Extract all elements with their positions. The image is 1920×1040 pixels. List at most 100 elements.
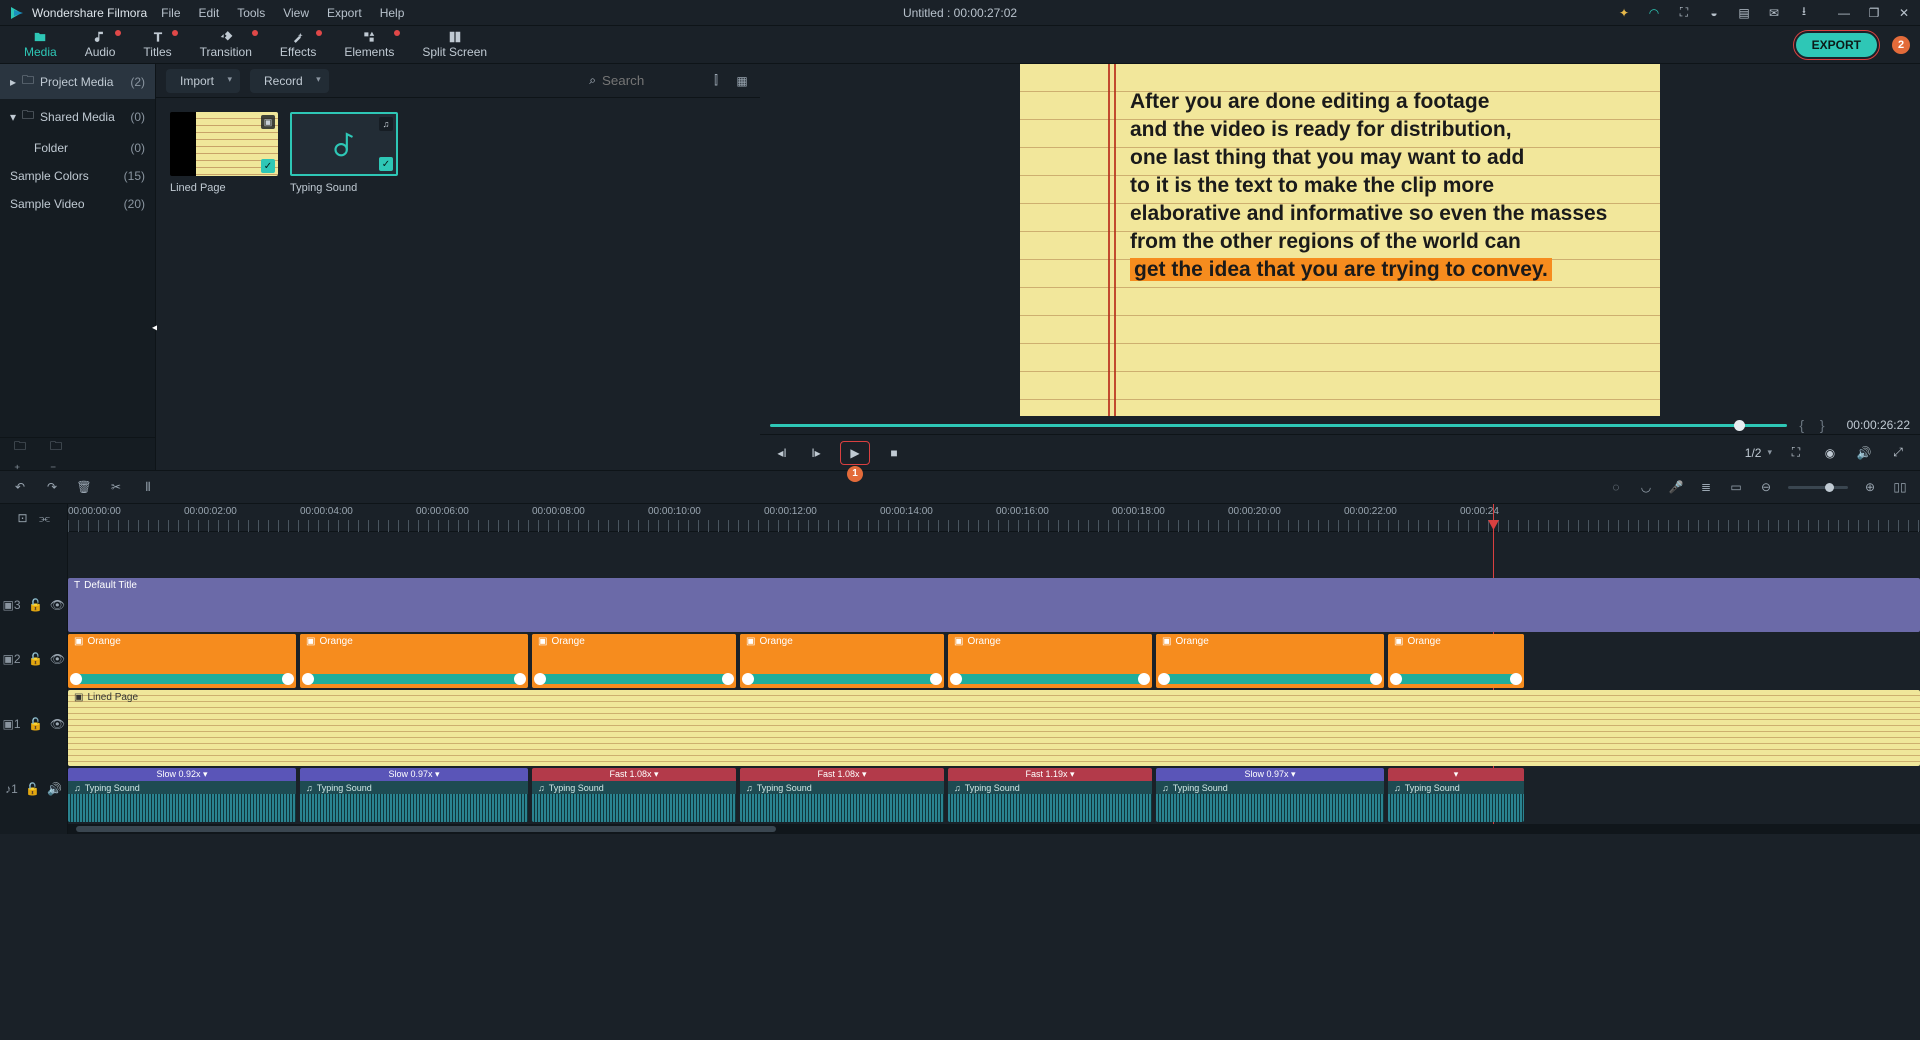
- tab-audio[interactable]: Audio: [71, 30, 130, 59]
- redo-icon[interactable]: ↷: [44, 479, 60, 495]
- mail-icon[interactable]: ✉: [1766, 5, 1782, 21]
- lightbulb-icon[interactable]: ✦: [1616, 5, 1632, 21]
- tab-label: Audio: [85, 45, 116, 59]
- tab-effects[interactable]: Effects: [266, 30, 330, 59]
- volume-icon[interactable]: 🔊: [1854, 443, 1874, 463]
- clip-orange[interactable]: ▣Orange: [532, 634, 736, 688]
- save-icon[interactable]: ▤: [1736, 5, 1752, 21]
- tab-titles[interactable]: Titles: [129, 30, 185, 59]
- speed-label: Slow 0.92x ▾: [68, 768, 296, 781]
- crop-icon[interactable]: ⫴: [140, 479, 156, 495]
- clip-default-title[interactable]: TDefault Title: [68, 578, 1920, 632]
- scrollbar-thumb[interactable]: [76, 826, 776, 832]
- close-icon[interactable]: ✕: [1896, 5, 1912, 21]
- menu-tools[interactable]: Tools: [237, 6, 265, 20]
- clip-typing-sound[interactable]: Slow 0.92x ▾♫Typing Sound: [68, 768, 296, 822]
- snapshot-icon[interactable]: ◉: [1820, 443, 1840, 463]
- next-frame-icon[interactable]: I▸: [806, 443, 826, 463]
- tab-splitscreen[interactable]: Split Screen: [408, 30, 501, 59]
- lock-icon[interactable]: 🔓: [29, 598, 43, 612]
- mute-icon[interactable]: 🔊: [48, 782, 62, 796]
- clip-orange[interactable]: ▣Orange: [68, 634, 296, 688]
- clip-orange[interactable]: ▣Orange: [948, 634, 1152, 688]
- sidebar-item-shared-media[interactable]: ▾🗀Shared Media (0): [0, 99, 155, 134]
- media-item-typing-sound[interactable]: ♫ ✓ Typing Sound: [290, 112, 398, 194]
- grid-view-icon[interactable]: ▦: [734, 73, 750, 89]
- clip-orange[interactable]: ▣Orange: [1388, 634, 1524, 688]
- clip-typing-sound[interactable]: Slow 0.97x ▾♫Typing Sound: [1156, 768, 1384, 822]
- eye-icon[interactable]: 👁: [51, 598, 65, 612]
- maximize-icon[interactable]: ❐: [1866, 5, 1882, 21]
- menu-view[interactable]: View: [283, 6, 309, 20]
- record-dropdown[interactable]: Record: [250, 69, 329, 93]
- zoom-fit-icon[interactable]: ▯▯: [1892, 479, 1908, 495]
- mixer-icon[interactable]: ≣: [1698, 479, 1714, 495]
- display-icon[interactable]: ⛶: [1786, 443, 1806, 463]
- lock-icon[interactable]: 🔓: [29, 652, 43, 666]
- scrub-track[interactable]: [770, 424, 1787, 427]
- auto-ripple-icon[interactable]: ⊡: [16, 511, 30, 525]
- tab-media[interactable]: Media: [10, 30, 71, 59]
- preview-time: 00:00:26:22: [1847, 418, 1910, 432]
- frame-icon[interactable]: ▭: [1728, 479, 1744, 495]
- timeline-tracks[interactable]: 00:00:00:00 00:00:02:00 00:00:04:00 00:0…: [68, 504, 1920, 834]
- sidebar-item-folder[interactable]: Folder (0): [0, 134, 155, 162]
- render-icon[interactable]: ◌: [1608, 479, 1624, 495]
- sidebar-item-sample-colors[interactable]: Sample Colors (15): [0, 162, 155, 190]
- clip-orange[interactable]: ▣Orange: [740, 634, 944, 688]
- eye-icon[interactable]: 👁: [51, 717, 65, 731]
- filter-icon[interactable]: ⫿: [708, 73, 724, 89]
- minimize-icon[interactable]: —: [1836, 5, 1852, 21]
- image-type-icon: ▣: [261, 115, 275, 129]
- eye-icon[interactable]: 👁: [51, 652, 65, 666]
- zoom-out-icon[interactable]: ⊖: [1758, 479, 1774, 495]
- mark-in-out-icon[interactable]: { }: [1799, 417, 1830, 433]
- menu-help[interactable]: Help: [380, 6, 405, 20]
- lock-icon[interactable]: 🔓: [26, 782, 40, 796]
- menu-export[interactable]: Export: [327, 6, 362, 20]
- marker-icon[interactable]: ◡: [1638, 479, 1654, 495]
- clip-typing-sound[interactable]: Fast 1.08x ▾♫Typing Sound: [740, 768, 944, 822]
- zoom-in-icon[interactable]: ⊕: [1862, 479, 1878, 495]
- import-dropdown[interactable]: Import: [166, 69, 240, 93]
- zoom-slider[interactable]: [1788, 486, 1848, 489]
- clip-orange[interactable]: ▣Orange: [1156, 634, 1384, 688]
- collapse-sidebar-icon[interactable]: ◂: [152, 322, 157, 333]
- preview-panel: After you are done editing a footage and…: [760, 64, 1920, 470]
- clip-typing-sound[interactable]: ▾♫Typing Sound: [1388, 768, 1524, 822]
- sidebar-item-sample-video[interactable]: Sample Video (20): [0, 190, 155, 218]
- user-icon[interactable]: ◒: [1706, 5, 1722, 21]
- delete-folder-icon[interactable]: 🗀₋: [50, 446, 66, 462]
- clip-orange[interactable]: ▣Orange: [300, 634, 528, 688]
- lock-icon[interactable]: 🔓: [29, 717, 43, 731]
- clip-typing-sound[interactable]: Fast 1.19x ▾♫Typing Sound: [948, 768, 1152, 822]
- scrub-handle[interactable]: [1734, 420, 1745, 431]
- clip-typing-sound[interactable]: Slow 0.97x ▾♫Typing Sound: [300, 768, 528, 822]
- clip-typing-sound[interactable]: Fast 1.08x ▾♫Typing Sound: [532, 768, 736, 822]
- export-button[interactable]: EXPORT: [1796, 33, 1877, 57]
- split-icon[interactable]: ✂: [108, 479, 124, 495]
- undo-icon[interactable]: ↶: [12, 479, 28, 495]
- menu-edit[interactable]: Edit: [199, 6, 220, 20]
- play-button-icon[interactable]: ▶: [845, 443, 865, 463]
- menu-file[interactable]: File: [161, 6, 180, 20]
- tab-transition[interactable]: Transition: [186, 30, 266, 59]
- gift-icon[interactable]: ⛶: [1676, 5, 1692, 21]
- search-input[interactable]: [602, 73, 692, 88]
- prev-frame-icon[interactable]: ◂I: [772, 443, 792, 463]
- download-icon[interactable]: ⭳: [1796, 5, 1812, 21]
- link-icon[interactable]: ⫘: [38, 511, 52, 525]
- voiceover-icon[interactable]: 🎤: [1668, 479, 1684, 495]
- timeline-ruler[interactable]: 00:00:00:00 00:00:02:00 00:00:04:00 00:0…: [68, 504, 1920, 532]
- new-folder-icon[interactable]: 🗀₊: [14, 446, 30, 462]
- fullscreen-icon[interactable]: ⤢: [1888, 443, 1908, 463]
- stop-button-icon[interactable]: ■: [884, 443, 904, 463]
- headphones-icon[interactable]: ◠: [1646, 5, 1662, 21]
- clip-lined-page[interactable]: ▣Lined Page: [68, 690, 1920, 766]
- media-item-lined-page[interactable]: ▣ ✓ Lined Page: [170, 112, 278, 194]
- sidebar-item-project-media[interactable]: ▸🗀Project Media (2): [0, 64, 155, 99]
- delete-icon[interactable]: 🗑: [76, 479, 92, 495]
- timeline-scrollbar[interactable]: [68, 824, 1920, 834]
- preview-zoom[interactable]: 1/2 ▾: [1745, 446, 1772, 460]
- tab-elements[interactable]: Elements: [330, 30, 408, 59]
